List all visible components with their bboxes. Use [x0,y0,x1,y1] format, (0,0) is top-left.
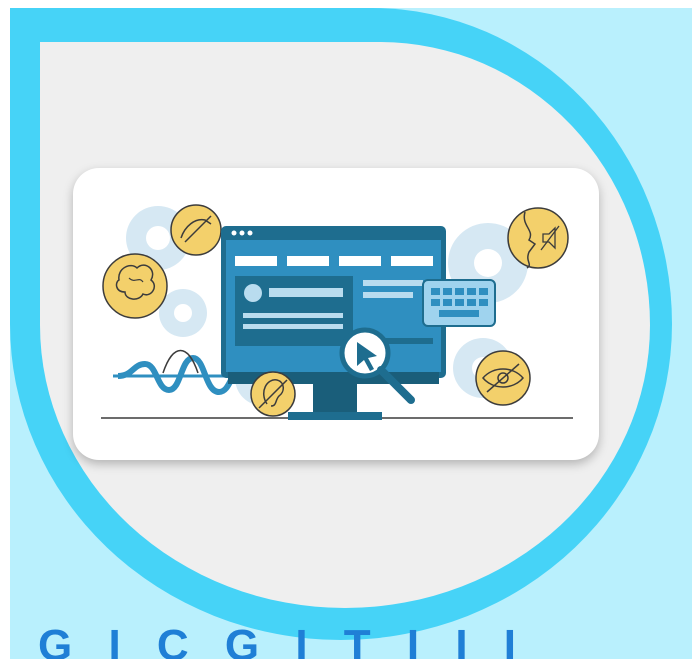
accessibility-illustration-card [73,168,599,460]
bottom-banner-text: G I C G I T I I I [38,624,529,659]
brain-icon [102,253,168,319]
no-hearing-ear-icon [250,371,296,417]
hidden-eye-icon [475,350,531,406]
no-touch-hand-icon [170,204,222,256]
keyboard-icon [422,279,496,327]
accessibility-illustration [101,204,573,420]
mute-speech-icon [507,207,569,269]
